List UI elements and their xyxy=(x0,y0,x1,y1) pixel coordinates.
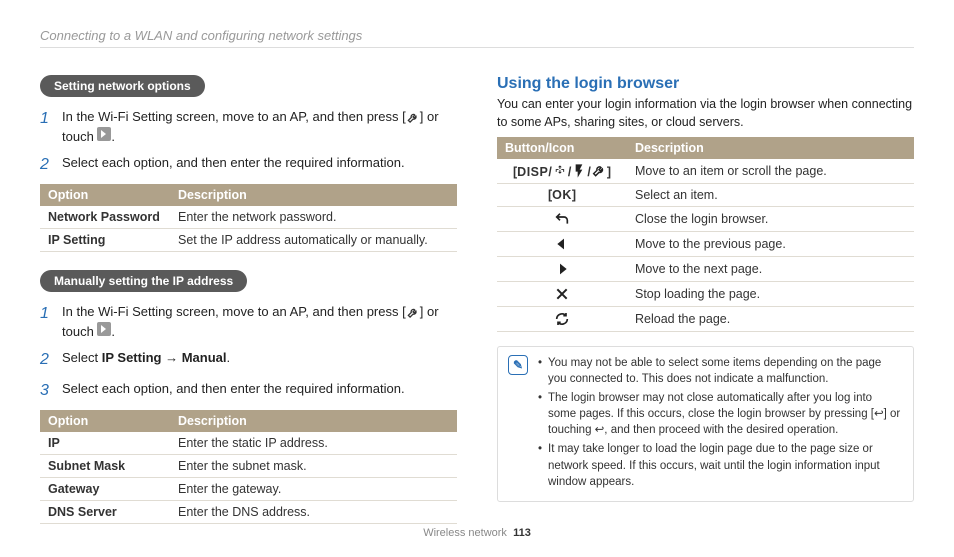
table-row: Network PasswordEnter the network passwo… xyxy=(40,206,457,229)
step-number: 3 xyxy=(40,379,54,404)
opt-desc: Enter the gateway. xyxy=(170,477,457,500)
table-row: IPEnter the static IP address. xyxy=(40,432,457,455)
pill-setting-network-options: Setting network options xyxy=(40,75,205,97)
reload-icon xyxy=(497,307,627,332)
opt-name: IP Setting xyxy=(40,229,170,252)
tool-icon xyxy=(406,306,420,320)
disp-buttons-icon: [DISP///] xyxy=(497,159,627,184)
step-number: 1 xyxy=(40,107,54,147)
table-ip-options: OptionDescription IPEnter the static IP … xyxy=(40,410,457,524)
page-header-title: Connecting to a WLAN and configuring net… xyxy=(40,28,914,48)
table-row: IP SettingSet the IP address automatical… xyxy=(40,229,457,252)
right-arrow-icon xyxy=(497,257,627,282)
left-arrow-icon xyxy=(497,232,627,257)
step-text: In the Wi-Fi Setting screen, move to an … xyxy=(62,109,402,124)
step-2-3: 3 Select each option, and then enter the… xyxy=(40,379,457,404)
note-item: You may not be able to select some items… xyxy=(538,355,903,387)
table-row: Subnet MaskEnter the subnet mask. xyxy=(40,454,457,477)
left-column: Setting network options 1 In the Wi-Fi S… xyxy=(40,75,457,507)
tool-icon xyxy=(406,111,420,125)
back-icon xyxy=(497,207,627,232)
table-button-icon: Button/IconDescription [DISP///] Move to… xyxy=(497,137,914,332)
table-row: Move to the next page. xyxy=(497,257,914,282)
opt-name: DNS Server xyxy=(40,500,170,523)
step-text: Select xyxy=(62,350,102,365)
step-text: In the Wi-Fi Setting screen, move to an … xyxy=(62,304,402,319)
bold-ip-setting: IP Setting xyxy=(102,350,162,365)
table-row: [OK] Select an item. xyxy=(497,184,914,207)
play-icon xyxy=(97,127,111,141)
step-2-1: 1 In the Wi-Fi Setting screen, move to a… xyxy=(40,302,457,342)
period: . xyxy=(111,324,115,339)
right-column: Using the login browser You can enter yo… xyxy=(497,75,914,507)
step-2-2: 2 Select IP Setting → Manual. xyxy=(40,348,457,373)
table-row: DNS ServerEnter the DNS address. xyxy=(40,500,457,523)
opt-desc: Enter the DNS address. xyxy=(170,500,457,523)
footer-page-number: 113 xyxy=(513,527,531,539)
period: . xyxy=(111,129,115,144)
note-icon: ✎ xyxy=(508,355,528,375)
table-row: GatewayEnter the gateway. xyxy=(40,477,457,500)
step-1-2: 2 Select each option, and then enter the… xyxy=(40,153,457,178)
col-header-option: Option xyxy=(40,184,170,206)
table-row: [DISP///] Move to an item or scroll the … xyxy=(497,159,914,184)
bold-manual: Manual xyxy=(182,350,227,365)
desc: Select an item. xyxy=(627,184,914,207)
desc: Move to the next page. xyxy=(627,257,914,282)
arrow: → xyxy=(161,350,181,365)
table-network-options: OptionDescription Network PasswordEnter … xyxy=(40,184,457,252)
note-item: It may take longer to load the login pag… xyxy=(538,441,903,489)
table-row: Close the login browser. xyxy=(497,207,914,232)
desc: Move to the previous page. xyxy=(627,232,914,257)
opt-name: Subnet Mask xyxy=(40,454,170,477)
desc: Move to an item or scroll the page. xyxy=(627,159,914,184)
close-icon xyxy=(497,282,627,307)
desc: Reload the page. xyxy=(627,307,914,332)
table-row: Stop loading the page. xyxy=(497,282,914,307)
period: . xyxy=(227,350,231,365)
opt-desc: Set the IP address automatically or manu… xyxy=(170,229,457,252)
footer-section: Wireless network xyxy=(423,527,507,539)
step-text: Select each option, and then enter the r… xyxy=(62,153,405,178)
opt-desc: Enter the static IP address. xyxy=(170,432,457,455)
step-number: 2 xyxy=(40,348,54,373)
col-header-option: Option xyxy=(40,410,170,432)
desc: Close the login browser. xyxy=(627,207,914,232)
col-header-description: Description xyxy=(170,184,457,206)
page-footer: Wireless network 113 xyxy=(0,527,954,539)
opt-name: IP xyxy=(40,432,170,455)
table-row: Move to the previous page. xyxy=(497,232,914,257)
step-number: 1 xyxy=(40,302,54,342)
ok-button-icon: [OK] xyxy=(497,184,627,207)
note-box: ✎ You may not be able to select some ite… xyxy=(497,346,914,502)
heading-login-browser: Using the login browser xyxy=(497,75,914,93)
play-icon xyxy=(97,322,111,336)
opt-desc: Enter the subnet mask. xyxy=(170,454,457,477)
opt-desc: Enter the network password. xyxy=(170,206,457,229)
table-row: Reload the page. xyxy=(497,307,914,332)
step-1-1: 1 In the Wi-Fi Setting screen, move to a… xyxy=(40,107,457,147)
step-number: 2 xyxy=(40,153,54,178)
opt-name: Network Password xyxy=(40,206,170,229)
intro-text: You can enter your login information via… xyxy=(497,96,914,131)
pill-manual-ip: Manually setting the IP address xyxy=(40,270,247,292)
col-header-button: Button/Icon xyxy=(497,137,627,159)
step-text: Select each option, and then enter the r… xyxy=(62,379,405,404)
col-header-description: Description xyxy=(170,410,457,432)
col-header-description: Description xyxy=(627,137,914,159)
desc: Stop loading the page. xyxy=(627,282,914,307)
note-item: The login browser may not close automati… xyxy=(538,390,903,438)
opt-name: Gateway xyxy=(40,477,170,500)
